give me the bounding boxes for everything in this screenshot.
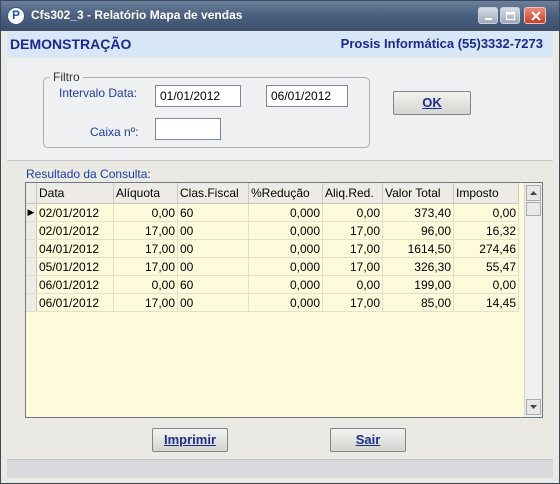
close-button[interactable] (524, 7, 546, 24)
row-indicator (26, 239, 37, 258)
title-bar[interactable]: P Cfs302_3 - Relatório Mapa de vendas (1, 1, 559, 31)
cell-clas-fiscal[interactable]: 00 (177, 221, 249, 240)
scroll-down-button[interactable] (526, 399, 541, 415)
current-row-indicator: ▶ (26, 203, 37, 222)
cell-aliq-red[interactable]: 17,00 (322, 257, 383, 276)
table-row[interactable]: 06/01/2012 0,00 60 0,000 0,00 199,00 0,0… (26, 275, 519, 294)
cell-imposto[interactable]: 14,45 (453, 293, 519, 312)
divider (7, 160, 553, 161)
column-header-clas-fiscal[interactable]: Clas.Fiscal (177, 183, 249, 204)
cell-aliquota[interactable]: 0,00 (113, 203, 178, 222)
cell-imposto[interactable]: 55,47 (453, 257, 519, 276)
cell-data[interactable]: 05/01/2012 (36, 257, 114, 276)
column-header-imposto[interactable]: Imposto (453, 183, 519, 204)
table-row[interactable]: 06/01/2012 17,00 00 0,000 17,00 85,00 14… (26, 293, 519, 312)
cell-aliq-red[interactable]: 17,00 (322, 239, 383, 258)
cell-aliquota[interactable]: 17,00 (113, 257, 178, 276)
minimize-button[interactable] (478, 7, 498, 24)
app-icon[interactable]: P (7, 7, 25, 25)
cell-reducao[interactable]: 0,000 (248, 275, 323, 294)
results-table: Data Alíquota Clas.Fiscal %Redução Aliq.… (26, 183, 519, 312)
cell-imposto[interactable]: 0,00 (453, 203, 519, 222)
cash-register-input[interactable] (155, 118, 221, 140)
cell-data[interactable]: 02/01/2012 (36, 203, 114, 222)
column-header-data[interactable]: Data (36, 183, 114, 204)
row-indicator (26, 257, 37, 276)
table-row[interactable]: 02/01/2012 17,00 00 0,000 17,00 96,00 16… (26, 221, 519, 240)
minimize-icon (485, 18, 492, 20)
table-row[interactable]: 04/01/2012 17,00 00 0,000 17,00 1614,50 … (26, 239, 519, 258)
date-range-label: Intervalo Data: (59, 86, 138, 100)
cell-imposto[interactable]: 16,32 (453, 221, 519, 240)
cell-valor-total[interactable]: 199,00 (382, 275, 454, 294)
cell-aliquota[interactable]: 17,00 (113, 239, 178, 258)
cell-imposto[interactable]: 274,46 (453, 239, 519, 258)
vertical-scrollbar[interactable] (524, 183, 542, 417)
scroll-thumb[interactable] (526, 202, 541, 216)
row-indicator-header (26, 183, 37, 204)
cell-reducao[interactable]: 0,000 (248, 221, 323, 240)
cell-valor-total[interactable]: 373,40 (382, 203, 454, 222)
results-grid[interactable]: Data Alíquota Clas.Fiscal %Redução Aliq.… (25, 182, 543, 418)
scroll-down-icon (530, 405, 537, 409)
cell-reducao[interactable]: 0,000 (248, 239, 323, 258)
cell-aliq-red[interactable]: 17,00 (322, 293, 383, 312)
company-contact: Prosis Informática (55)3332-7273 (340, 36, 543, 51)
cell-aliquota[interactable]: 17,00 (113, 221, 178, 240)
ok-button[interactable]: OK (393, 91, 471, 115)
cell-clas-fiscal[interactable]: 60 (177, 275, 249, 294)
cell-data[interactable]: 06/01/2012 (36, 293, 114, 312)
date-to-input[interactable] (266, 85, 348, 107)
cell-reducao[interactable]: 0,000 (248, 293, 323, 312)
table-header-row: Data Alíquota Clas.Fiscal %Redução Aliq.… (26, 183, 519, 204)
window-title: Cfs302_3 - Relatório Mapa de vendas (31, 8, 243, 22)
table-row[interactable]: 05/01/2012 17,00 00 0,000 17,00 326,30 5… (26, 257, 519, 276)
close-icon (531, 11, 541, 21)
table-row[interactable]: ▶ 02/01/2012 0,00 60 0,000 0,00 373,40 0… (26, 203, 519, 222)
cell-clas-fiscal[interactable]: 60 (177, 203, 249, 222)
cell-data[interactable]: 06/01/2012 (36, 275, 114, 294)
row-indicator (26, 275, 37, 294)
column-header-aliq-red[interactable]: Aliq.Red. (322, 183, 383, 204)
main-window: P Cfs302_3 - Relatório Mapa de vendas DE… (0, 0, 560, 484)
status-bar (7, 459, 553, 478)
maximize-icon (505, 11, 516, 21)
app-icon-letter: P (11, 8, 20, 22)
results-label: Resultado da Consulta: (26, 167, 151, 181)
filter-legend: Filtro (53, 70, 80, 84)
cell-data[interactable]: 02/01/2012 (36, 221, 114, 240)
row-indicator (26, 221, 37, 240)
cell-clas-fiscal[interactable]: 00 (177, 257, 249, 276)
mode-label: DEMONSTRAÇÃO (10, 36, 132, 52)
cell-reducao[interactable]: 0,000 (248, 203, 323, 222)
column-header-aliquota[interactable]: Alíquota (113, 183, 178, 204)
header-bar: DEMONSTRAÇÃO Prosis Informática (55)3332… (7, 32, 553, 57)
cell-aliq-red[interactable]: 0,00 (322, 275, 383, 294)
cash-register-label: Caixa nº: (90, 125, 139, 139)
cell-valor-total[interactable]: 1614,50 (382, 239, 454, 258)
cell-clas-fiscal[interactable]: 00 (177, 293, 249, 312)
cell-clas-fiscal[interactable]: 00 (177, 239, 249, 258)
cell-aliquota[interactable]: 17,00 (113, 293, 178, 312)
cell-aliq-red[interactable]: 17,00 (322, 221, 383, 240)
column-header-reducao[interactable]: %Redução (248, 183, 323, 204)
date-from-input[interactable] (155, 85, 241, 107)
row-indicator (26, 293, 37, 312)
print-button[interactable]: Imprimir (152, 428, 228, 452)
cell-valor-total[interactable]: 85,00 (382, 293, 454, 312)
cell-aliq-red[interactable]: 0,00 (322, 203, 383, 222)
cell-data[interactable]: 04/01/2012 (36, 239, 114, 258)
cell-valor-total[interactable]: 326,30 (382, 257, 454, 276)
cell-aliquota[interactable]: 0,00 (113, 275, 178, 294)
cell-valor-total[interactable]: 96,00 (382, 221, 454, 240)
exit-button[interactable]: Sair (330, 428, 406, 452)
cell-reducao[interactable]: 0,000 (248, 257, 323, 276)
scroll-up-icon (530, 191, 537, 195)
scroll-up-button[interactable] (526, 185, 541, 201)
cell-imposto[interactable]: 0,00 (453, 275, 519, 294)
maximize-button[interactable] (500, 7, 520, 24)
column-header-valor-total[interactable]: Valor Total (382, 183, 454, 204)
